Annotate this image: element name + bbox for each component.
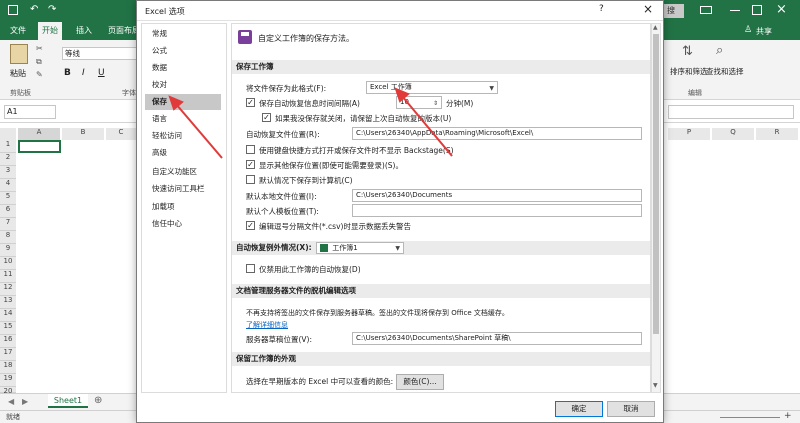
arrow-to-save-nav	[175, 103, 223, 159]
arrow-head	[394, 87, 410, 103]
arrow-head	[168, 95, 184, 111]
annotation-arrows	[168, 87, 453, 159]
arrow-to-format-select	[401, 95, 453, 157]
